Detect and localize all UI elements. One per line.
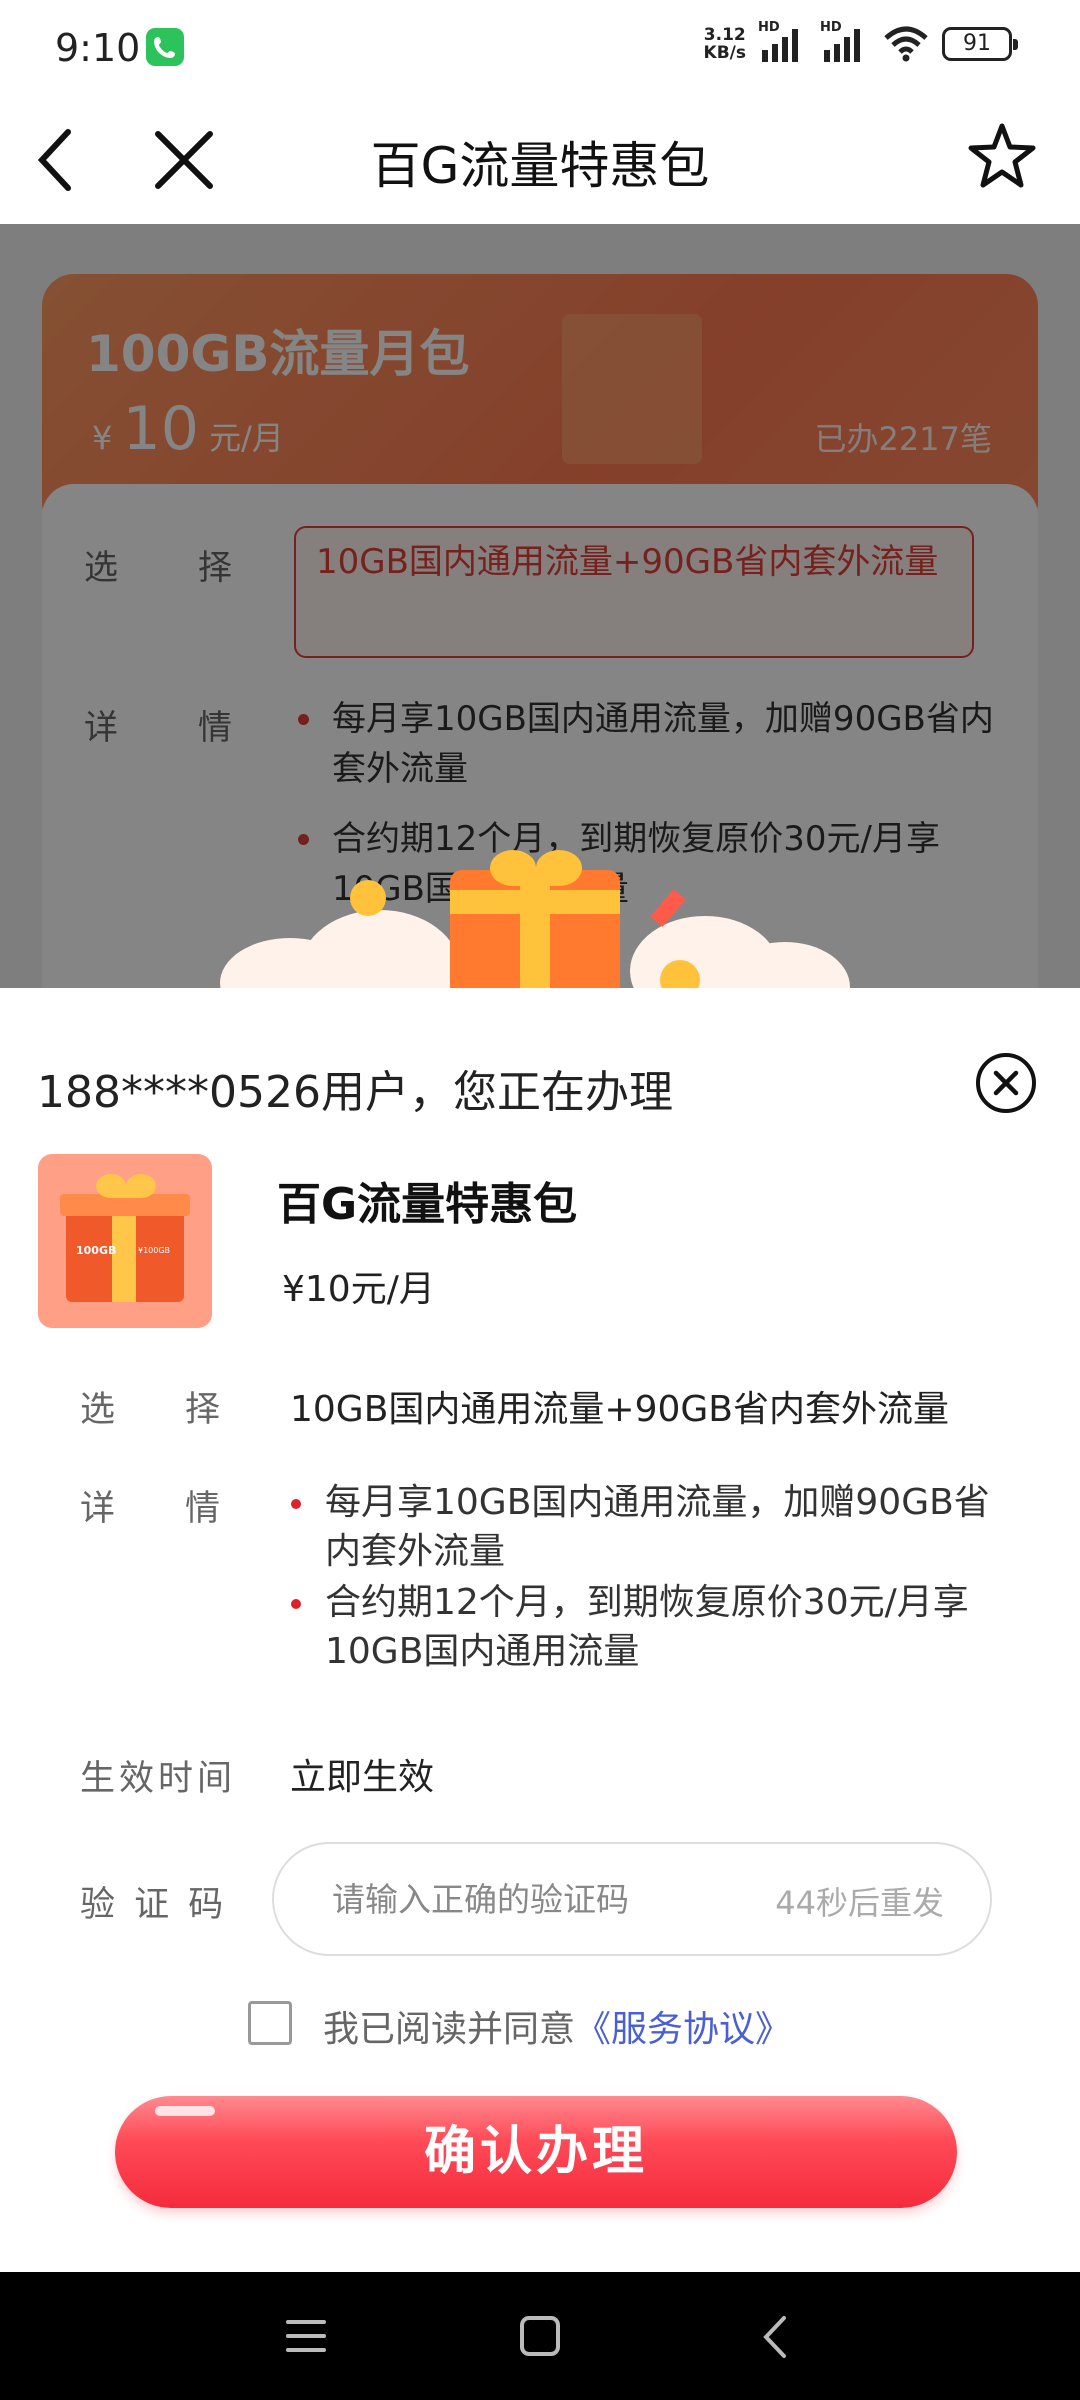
sheet-close-button[interactable] — [976, 1053, 1036, 1113]
order-sheet: 188****0526用户，您正在办理 100GB ¥100GB 百G流量特惠包… — [0, 988, 1080, 2272]
sheet-title: 188****0526用户，您正在办理 — [37, 1067, 673, 1118]
detail-item: 合约期12个月，到期恢复原价30元/月享10GB国内通用流量 — [291, 1578, 1005, 1676]
resend-code-button[interactable]: 44秒后重发 — [775, 1878, 944, 1924]
close-icon[interactable] — [980, 1057, 1032, 1109]
battery-indicator: 91 — [942, 27, 1018, 61]
menu-icon[interactable] — [284, 2316, 328, 2356]
home-icon[interactable] — [518, 2314, 562, 2358]
verification-code-box: 44秒后重发 — [272, 1842, 992, 1956]
verification-code-input[interactable] — [332, 1874, 752, 1924]
wifi-icon — [884, 26, 928, 62]
back-nav-icon[interactable] — [756, 2314, 796, 2360]
service-agreement-link[interactable]: 《服务协议》 — [575, 2009, 791, 2050]
cell-signal-icon: HD — [758, 20, 808, 64]
product-price: ¥10元/月 — [282, 1269, 435, 1310]
effective-time-value: 立即生效 — [290, 1757, 435, 1798]
system-nav-bar — [0, 2272, 1080, 2400]
effective-time-label: 生效时间 — [80, 1759, 237, 1799]
select-label: 选 择 — [80, 1390, 221, 1430]
cell-signal-icon: HD — [820, 20, 870, 64]
gift-decoration — [200, 850, 860, 1032]
product-name: 百G流量特惠包 — [277, 1179, 578, 1230]
verification-code-label: 验 证 码 — [80, 1885, 228, 1925]
agreement-text: 我已阅读并同意《服务协议》 — [323, 2009, 792, 2050]
status-time: 9:10 — [55, 26, 141, 70]
network-speed: 3.12 KB/s — [703, 25, 746, 63]
product-image: 100GB ¥100GB — [38, 1154, 212, 1328]
header-bar: 百G流量特惠包 — [0, 96, 1080, 224]
detail-item: 每月享10GB国内通用流量，加赠90GB省内套外流量 — [291, 1478, 1005, 1576]
agreement-checkbox[interactable] — [248, 2001, 292, 2045]
page-title: 百G流量特惠包 — [370, 137, 710, 195]
select-value: 10GB国内通用流量+90GB省内套外流量 — [290, 1389, 949, 1430]
detail-label: 详 情 — [80, 1489, 221, 1529]
status-bar: 9:10 3.12 KB/s HD HD 91 — [0, 0, 1080, 96]
confirm-button[interactable]: 确认办理 — [115, 2096, 957, 2208]
phone-call-icon — [146, 28, 184, 66]
star-icon[interactable] — [966, 120, 1038, 192]
